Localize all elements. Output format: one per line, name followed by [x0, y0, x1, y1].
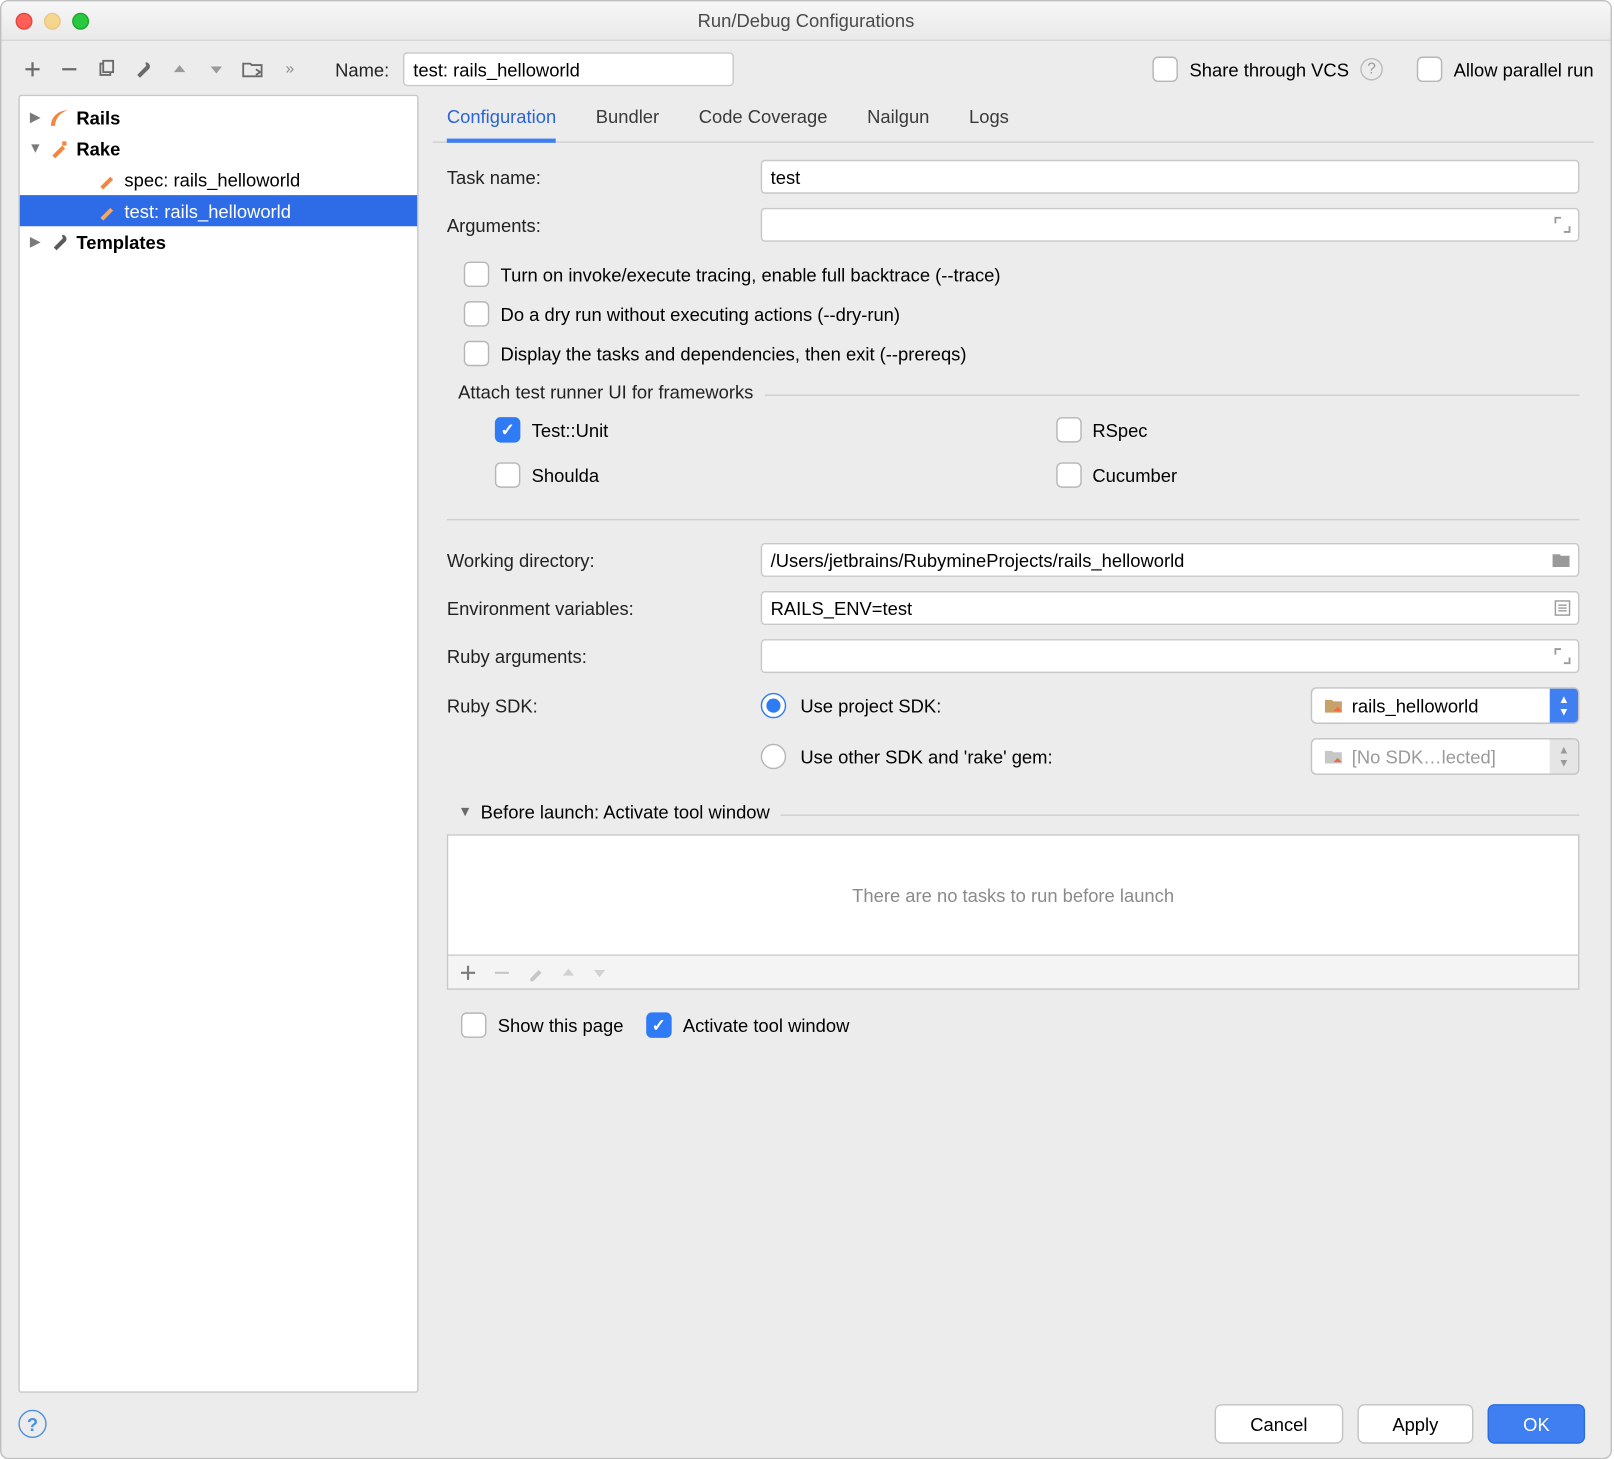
move-down-icon[interactable]: [205, 58, 228, 81]
expand-icon[interactable]: [1554, 216, 1571, 233]
shoulda-checkbox[interactable]: [495, 462, 520, 487]
attach-runner-legend: Attach test runner UI for frameworks: [447, 382, 765, 403]
env-vars-input[interactable]: [761, 591, 1580, 625]
tab-nailgun[interactable]: Nailgun: [867, 106, 929, 141]
trace-label: Turn on invoke/execute tracing, enable f…: [501, 264, 1001, 285]
remove-task-icon[interactable]: [493, 964, 510, 981]
task-name-input[interactable]: [761, 160, 1580, 194]
name-label: Name:: [335, 59, 389, 80]
ruby-sdk-label: Ruby SDK:: [447, 695, 744, 716]
tree-node-rails[interactable]: ▶ Rails: [20, 102, 417, 133]
before-launch-toolbar: [447, 956, 1580, 990]
ok-button[interactable]: OK: [1488, 1404, 1585, 1444]
activate-tool-checkbox[interactable]: [646, 1012, 671, 1037]
window-title: Run/Debug Configurations: [16, 10, 1597, 31]
folder-browse-icon[interactable]: [1551, 551, 1571, 568]
use-project-sdk-radio[interactable]: [761, 693, 786, 718]
config-tabs: Configuration Bundler Code Coverage Nail…: [433, 95, 1594, 143]
maximize-window-icon[interactable]: [72, 12, 89, 29]
move-up-icon[interactable]: [168, 58, 191, 81]
cancel-button[interactable]: Cancel: [1215, 1404, 1343, 1444]
config-toolbar: »: [18, 58, 304, 81]
add-task-icon[interactable]: [460, 964, 477, 981]
env-vars-label: Environment variables:: [447, 597, 744, 618]
ruby-args-input[interactable]: [761, 639, 1580, 673]
remove-config-icon[interactable]: [58, 58, 81, 81]
arguments-input[interactable]: [761, 208, 1580, 242]
help-button[interactable]: ?: [18, 1410, 46, 1438]
prereqs-checkbox[interactable]: [464, 341, 489, 366]
folder-move-icon[interactable]: [242, 58, 265, 81]
rspec-checkbox[interactable]: [1056, 417, 1081, 442]
cucumber-checkbox[interactable]: [1056, 462, 1081, 487]
rake-icon: [48, 137, 71, 160]
arguments-label: Arguments:: [447, 214, 744, 235]
expand-icon[interactable]: [1554, 648, 1571, 665]
dryrun-checkbox[interactable]: [464, 301, 489, 326]
titlebar: Run/Debug Configurations: [1, 1, 1610, 41]
tree-node-rake[interactable]: ▼ Rake: [20, 133, 417, 164]
tab-code-coverage[interactable]: Code Coverage: [699, 106, 828, 141]
folder-icon: [1324, 697, 1344, 714]
share-vcs-label: Share through VCS: [1190, 59, 1349, 80]
task-name-label: Task name:: [447, 166, 744, 187]
working-dir-label: Working directory:: [447, 549, 744, 570]
allow-parallel-label: Allow parallel run: [1454, 59, 1594, 80]
before-launch-header: Before launch: Activate tool window: [481, 802, 770, 823]
ruby-args-label: Ruby arguments:: [447, 645, 744, 666]
tree-node-test[interactable]: test: rails_helloworld: [20, 195, 417, 226]
wrench-icon: [48, 230, 71, 253]
dryrun-label: Do a dry run without executing actions (…: [501, 303, 900, 324]
name-input[interactable]: [403, 52, 734, 86]
rake-task-icon: [96, 199, 119, 222]
window-controls: [16, 12, 90, 29]
list-edit-icon[interactable]: [1554, 600, 1571, 617]
move-up-task-icon[interactable]: [561, 966, 575, 977]
move-down-task-icon[interactable]: [592, 966, 606, 977]
rails-icon: [48, 106, 71, 129]
tab-logs[interactable]: Logs: [969, 106, 1009, 141]
run-debug-config-window: Run/Debug Configurations » Name: Share: [0, 0, 1612, 1459]
minimize-window-icon[interactable]: [44, 12, 61, 29]
share-vcs-checkbox[interactable]: [1153, 57, 1178, 82]
before-launch-section: ▼ Before launch: Activate tool window Th…: [447, 814, 1580, 989]
trace-checkbox[interactable]: [464, 262, 489, 287]
show-page-checkbox[interactable]: [461, 1012, 486, 1037]
help-icon[interactable]: ?: [1360, 58, 1383, 81]
copy-config-icon[interactable]: [95, 58, 118, 81]
edit-task-icon[interactable]: [527, 964, 544, 981]
use-other-sdk-radio[interactable]: [761, 744, 786, 769]
config-tree[interactable]: ▶ Rails ▼ Rake spec: rails_helloworld: [18, 95, 418, 1393]
prereqs-label: Display the tasks and dependencies, then…: [501, 343, 967, 364]
dropdown-icon: ▲▼: [1550, 740, 1578, 774]
close-window-icon[interactable]: [16, 12, 33, 29]
allow-parallel-checkbox[interactable]: [1417, 57, 1442, 82]
tab-bundler[interactable]: Bundler: [596, 106, 659, 141]
before-launch-tasks-list: There are no tasks to run before launch: [447, 834, 1580, 956]
tab-configuration[interactable]: Configuration: [447, 106, 556, 143]
attach-runner-fieldset: Attach test runner UI for frameworks Tes…: [447, 395, 1580, 497]
folder-icon: [1324, 748, 1344, 765]
working-dir-input[interactable]: [761, 543, 1580, 577]
tree-node-templates[interactable]: ▶ Templates: [20, 226, 417, 257]
wrench-icon[interactable]: [132, 58, 155, 81]
apply-button[interactable]: Apply: [1357, 1404, 1474, 1444]
add-config-icon[interactable]: [21, 58, 44, 81]
other-sdk-select[interactable]: [No SDK…lected] ▲▼: [1311, 738, 1580, 775]
test-unit-checkbox[interactable]: [495, 417, 520, 442]
collapse-icon[interactable]: ▼: [458, 805, 472, 821]
dropdown-icon: ▲▼: [1550, 689, 1578, 723]
more-icon[interactable]: »: [279, 58, 302, 81]
tree-node-spec[interactable]: spec: rails_helloworld: [20, 164, 417, 195]
project-sdk-select[interactable]: rails_helloworld ▲▼: [1311, 687, 1580, 724]
rake-task-icon: [96, 168, 119, 191]
